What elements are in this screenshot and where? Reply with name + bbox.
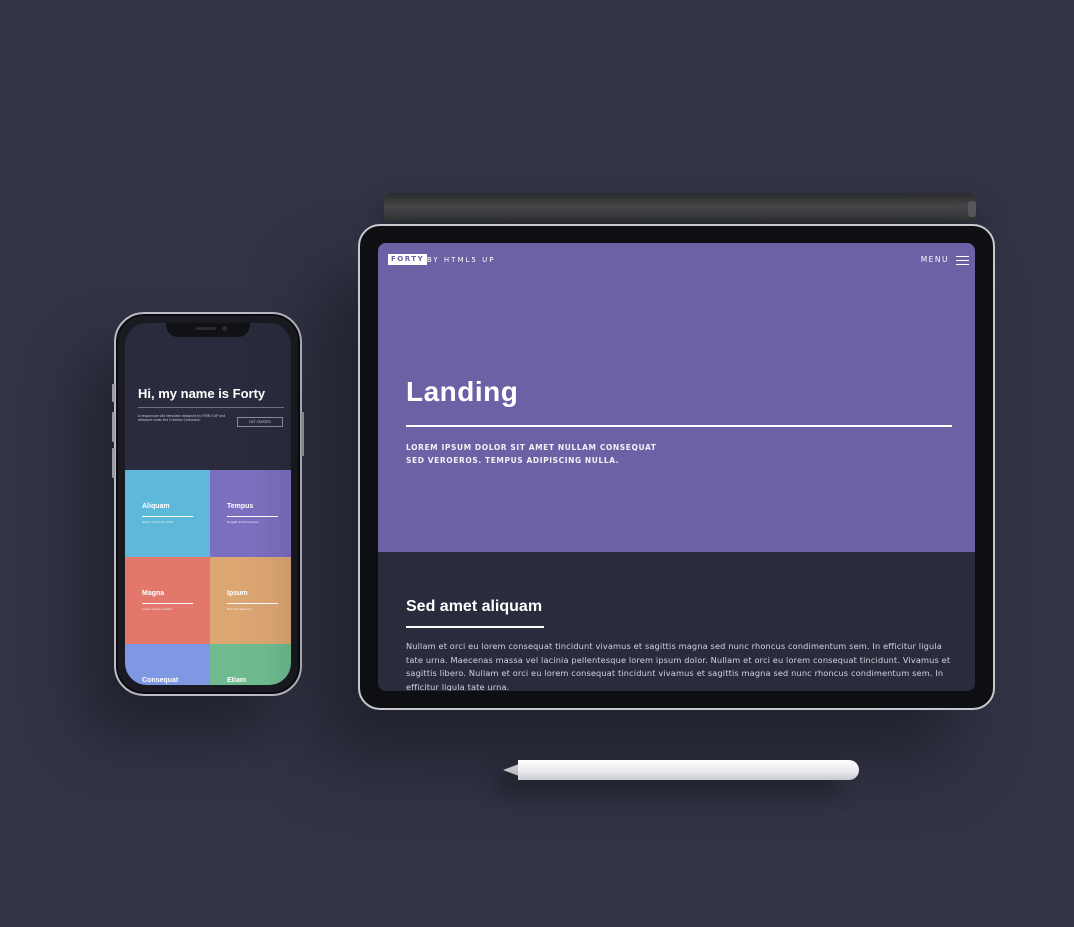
tile-divider — [142, 603, 193, 604]
apple-pencil — [518, 760, 859, 780]
pencil-tip — [503, 764, 519, 776]
speaker-icon — [196, 327, 216, 330]
hamburger-icon[interactable] — [956, 256, 969, 265]
phone-notch — [166, 323, 250, 337]
logo[interactable]: FORTY — [388, 254, 428, 265]
phone-screen: Hi, my name is Forty A responsive site t… — [125, 323, 291, 685]
tile-subtitle: Ipsum dolor sit amet — [142, 520, 174, 524]
tile-label: Aliquam — [142, 503, 170, 510]
phone-hero-divider — [138, 407, 284, 408]
banner-divider — [406, 425, 952, 427]
tile-divider — [142, 516, 193, 517]
logo-byline: BY HTML5 UP — [427, 256, 496, 264]
camera-icon — [222, 326, 227, 331]
tile-label: Ipsum — [227, 590, 248, 597]
tile-tempus[interactable]: Tempus feugiat amet tempus — [210, 470, 291, 557]
phone-hero-title: Hi, my name is Forty — [138, 386, 266, 401]
section-title: Sed amet aliquam — [406, 598, 543, 615]
tile-ipsum[interactable]: Ipsum Nisl sed aliquam — [210, 557, 291, 644]
banner-text-line: SED VEROEROS. TEMPUS ADIPISCING NULLA. — [406, 456, 620, 465]
tile-divider — [227, 516, 278, 517]
section-divider — [406, 626, 544, 628]
menu-button[interactable]: MENU — [921, 255, 949, 265]
tile-etiam[interactable]: Etiam — [210, 644, 291, 685]
tablet-screen: FORTY BY HTML5 UP MENU Landing LOREM IPS… — [378, 243, 975, 691]
tile-magna[interactable]: Magna Lorem etiam nullam — [125, 557, 210, 644]
tile-label: Magna — [142, 590, 165, 597]
phone-get-started-button[interactable]: GET STARTED — [237, 417, 283, 427]
phone-device: Hi, my name is Forty A responsive site t… — [112, 312, 304, 696]
banner: FORTY BY HTML5 UP MENU Landing LOREM IPS… — [378, 243, 975, 552]
banner-text-line: LOREM IPSUM DOLOR SIT AMET NULLAM CONSEQ… — [406, 443, 657, 452]
pencil-case — [384, 193, 976, 223]
tile-subtitle: Nisl sed aliquam — [227, 607, 252, 611]
banner-title: Landing — [406, 376, 519, 407]
tile-label: Consequat — [142, 677, 179, 684]
phone-volume-up-button — [112, 412, 115, 442]
tile-label: Tempus — [227, 503, 254, 510]
tile-divider — [227, 603, 278, 604]
tile-aliquam[interactable]: Aliquam Ipsum dolor sit amet — [125, 470, 210, 557]
section-text: Nullam et orci eu lorem consequat tincid… — [406, 641, 951, 691]
banner-text: LOREM IPSUM DOLOR SIT AMET NULLAM CONSEQ… — [406, 441, 657, 467]
tile-consequat[interactable]: Consequat — [125, 644, 210, 685]
tile-subtitle: feugiat amet tempus — [227, 520, 259, 524]
tile-label: Etiam — [227, 677, 247, 684]
phone-side-button — [112, 384, 115, 402]
phone-power-button — [301, 412, 304, 456]
tablet-device: FORTY BY HTML5 UP MENU Landing LOREM IPS… — [358, 224, 995, 710]
phone-hero-text: A responsive site template designed by H… — [138, 414, 226, 423]
phone-volume-down-button — [112, 448, 115, 478]
tile-subtitle: Lorem etiam nullam — [142, 607, 173, 611]
